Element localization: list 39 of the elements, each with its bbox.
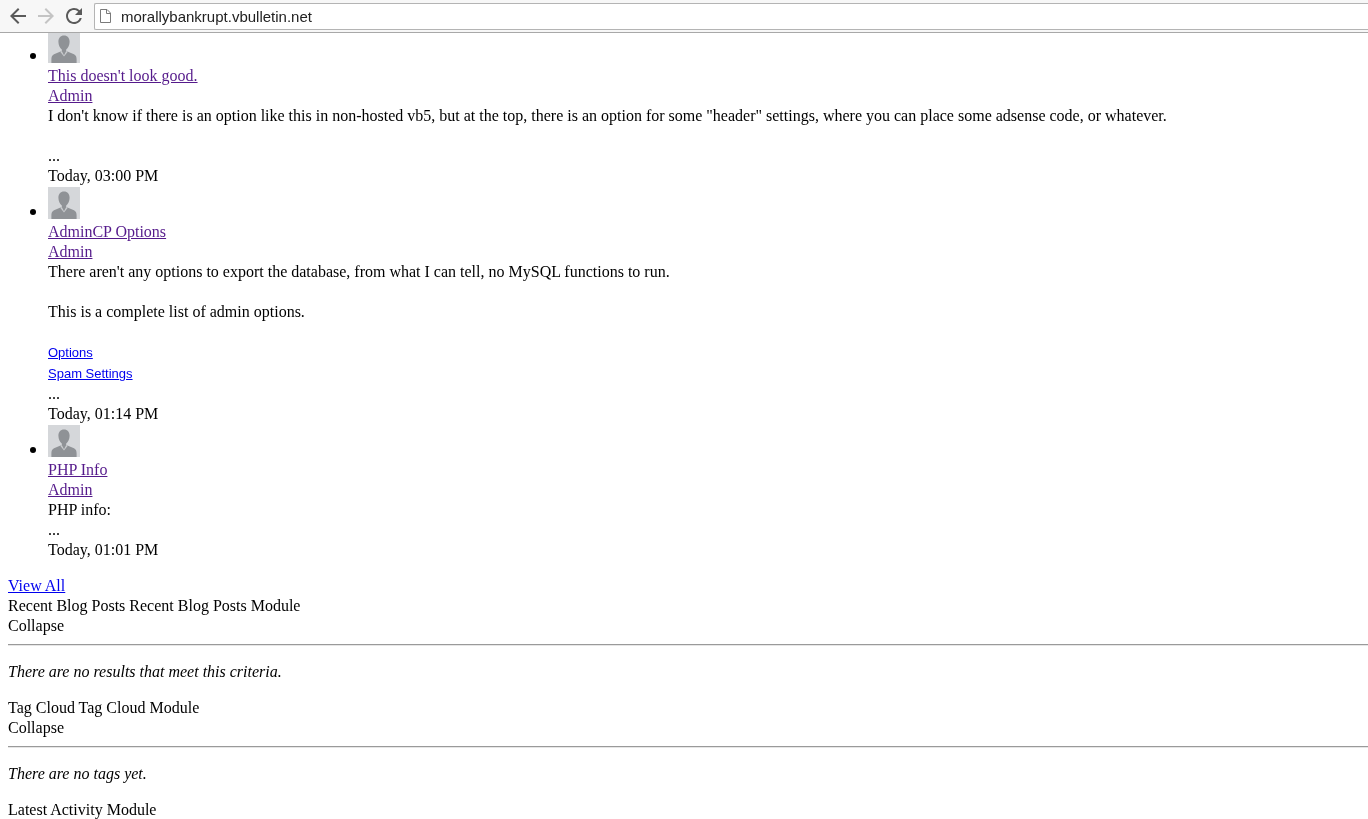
module-title: Tag Cloud <box>8 699 75 716</box>
author-link[interactable]: Admin <box>48 243 93 260</box>
address-field[interactable]: morallybankrupt.vbulletin.net <box>94 2 1368 30</box>
arrow-left-icon <box>10 8 26 24</box>
view-all-link[interactable]: View All <box>8 577 66 594</box>
page-icon <box>100 9 111 23</box>
reload-icon <box>66 8 82 24</box>
post-excerpt: There aren't any options to export the database, from what I can tell, no MySQL functions to run. <box>48 263 670 280</box>
post-title-link[interactable]: AdminCP Options <box>48 223 167 240</box>
avatar-icon <box>48 33 80 63</box>
post-time: Today, 01:14 PM <box>48 405 159 422</box>
empty-message: There are no tags yet. <box>8 765 147 782</box>
ellipsis-text: ... <box>48 385 60 402</box>
post-excerpt: I don't know if there is an option like this in non-hosted vb5, but at the top, there is an option for some "header" settings, where you can place some adsense code, or whatever. <box>48 107 1167 124</box>
post-title-link[interactable]: PHP Info <box>48 461 108 478</box>
avatar-icon <box>48 425 80 457</box>
post-title-link[interactable]: This doesn't look good. <box>48 67 198 84</box>
option-link[interactable]: Spam Settings <box>48 366 133 381</box>
collapse-toggle[interactable]: Collapse <box>8 719 64 736</box>
author-link[interactable]: Admin <box>48 481 93 498</box>
module-label: Recent Blog Posts Module <box>129 597 301 614</box>
bullet-icon <box>30 209 36 215</box>
module-label: Latest Activity Module <box>8 801 157 818</box>
post-excerpt: PHP info: <box>48 501 111 518</box>
empty-message: There are no results that meet this criteria. <box>8 663 282 680</box>
bullet-icon <box>30 53 36 59</box>
option-link[interactable]: Options <box>48 345 93 360</box>
ellipsis-text: ... <box>48 521 60 538</box>
arrow-right-icon <box>38 8 54 24</box>
module-label: Tag Cloud Module <box>78 699 200 716</box>
avatar-icon <box>48 187 80 219</box>
ellipsis-text: ... <box>48 147 60 164</box>
post-excerpt: This is a complete list of admin options. <box>48 303 305 320</box>
post-time: Today, 01:01 PM <box>48 541 159 558</box>
bullet-icon <box>30 447 36 453</box>
collapse-toggle[interactable]: Collapse <box>8 617 64 634</box>
author-link[interactable]: Admin <box>48 87 93 104</box>
post-time: Today, 03:00 PM <box>48 167 159 184</box>
module-title: Recent Blog Posts <box>8 597 126 614</box>
